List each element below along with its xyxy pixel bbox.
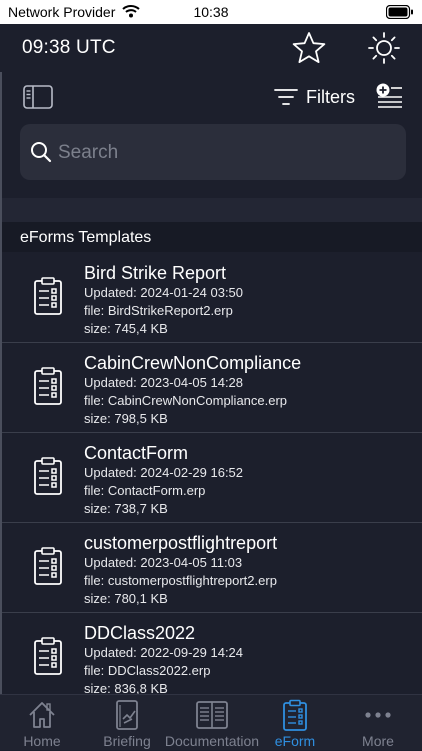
filter-lines-icon [274,89,298,105]
tab-more[interactable]: More [342,695,414,751]
add-list-button[interactable] [374,82,404,110]
section-header: eForms Templates [2,222,422,252]
sidebar-toggle-button[interactable] [22,84,54,110]
top-bar: 09:38 UTC [0,24,422,72]
tab-documentation[interactable]: Documentation [164,695,260,751]
tab-label: eForm [274,733,316,749]
template-row[interactable]: CabinCrewNonCompliance Updated: 2023-04-0… [2,343,422,433]
tab-home[interactable]: Home [4,695,80,751]
template-info: Bird Strike Report Updated: 2024-01-24 03… [84,263,243,338]
template-name: ContactForm [84,443,189,463]
clipboard-form-icon [33,546,63,591]
tab-bar: Home Briefing Documentation eForm More [0,694,422,750]
template-name: DDClass2022 [84,623,196,643]
template-info: customerpostflightreport Updated: 2023-04… [84,533,277,608]
template-list: Bird Strike Report Updated: 2024-01-24 03… [2,253,422,703]
search-bar [20,124,406,180]
template-row[interactable]: Bird Strike Report Updated: 2024-01-24 03… [2,253,422,343]
tab-label: Documentation [164,733,260,749]
tab-label: Briefing [103,733,151,749]
add-list-icon [376,83,402,108]
template-name: Bird Strike Report [84,263,227,283]
template-info: ContactForm Updated: 2024-02-29 16:52 file… [84,443,243,518]
template-file: file: BirdStrikeReport2.erp [84,303,233,318]
template-file: file: ContactForm.erp [84,483,206,498]
eform-icon [283,699,307,731]
spacer-band [2,198,422,222]
template-file: file: customerpostflightreport2.erp [84,573,277,588]
clipboard-form-icon [33,276,63,321]
clipboard-form-icon [33,636,63,681]
template-updated: Updated: 2022-09-29 14:24 [84,645,244,660]
tab-eform[interactable]: eForm [264,695,326,751]
sun-icon [368,32,400,64]
template-size: size: 798,5 KB [84,411,168,426]
briefing-icon [116,700,138,730]
tab-label: Home [23,733,61,749]
documentation-icon [196,701,228,729]
more-icon [365,712,391,718]
template-name: CabinCrewNonCompliance [84,353,302,373]
status-time: 10:38 [193,4,229,20]
home-icon [29,702,55,728]
eforms-panel: Filters eForms Templates Bird Strike Rep… [0,72,422,703]
template-size: size: 780,1 KB [84,591,168,606]
favorites-button[interactable] [290,30,328,66]
template-file: file: CabinCrewNonCompliance.erp [84,393,288,408]
brightness-button[interactable] [364,30,404,66]
template-updated: Updated: 2023-04-05 11:03 [84,555,243,570]
filters-label: Filters [306,86,355,107]
tab-label: More [362,733,394,749]
search-input[interactable] [56,138,390,168]
panel-toolbar: Filters [2,72,422,122]
template-updated: Updated: 2024-01-24 03:50 [84,285,244,300]
template-size: size: 745,4 KB [84,321,168,336]
template-file: file: DDClass2022.erp [84,663,211,678]
template-row[interactable]: DDClass2022 Updated: 2022-09-29 14:24 file… [2,613,422,703]
utc-time: 09:38 UTC [22,37,116,58]
sidebar-toggle-icon [23,85,53,109]
clipboard-form-icon [33,366,63,411]
template-name: customerpostflightreport [84,533,278,553]
clipboard-form-icon [33,456,63,501]
status-bar: Network Provider 10:38 [0,0,422,24]
star-icon [292,32,326,64]
filters-button[interactable]: Filters [274,85,355,109]
template-info: CabinCrewNonCompliance Updated: 2023-04-0… [84,353,301,428]
tab-briefing[interactable]: Briefing [90,695,164,751]
template-row[interactable]: customerpostflightreport Updated: 2023-04… [2,523,422,613]
template-row[interactable]: ContactForm Updated: 2024-02-29 16:52 file… [2,433,422,523]
template-updated: Updated: 2024-02-29 16:52 [84,465,244,480]
search-icon [31,142,52,163]
template-updated: Updated: 2023-04-05 14:28 [84,375,244,390]
battery-icon [385,4,414,24]
section-title: eForms Templates [20,229,152,246]
template-info: DDClass2022 Updated: 2022-09-29 14:24 file… [84,623,243,698]
template-size: size: 738,7 KB [84,501,168,516]
